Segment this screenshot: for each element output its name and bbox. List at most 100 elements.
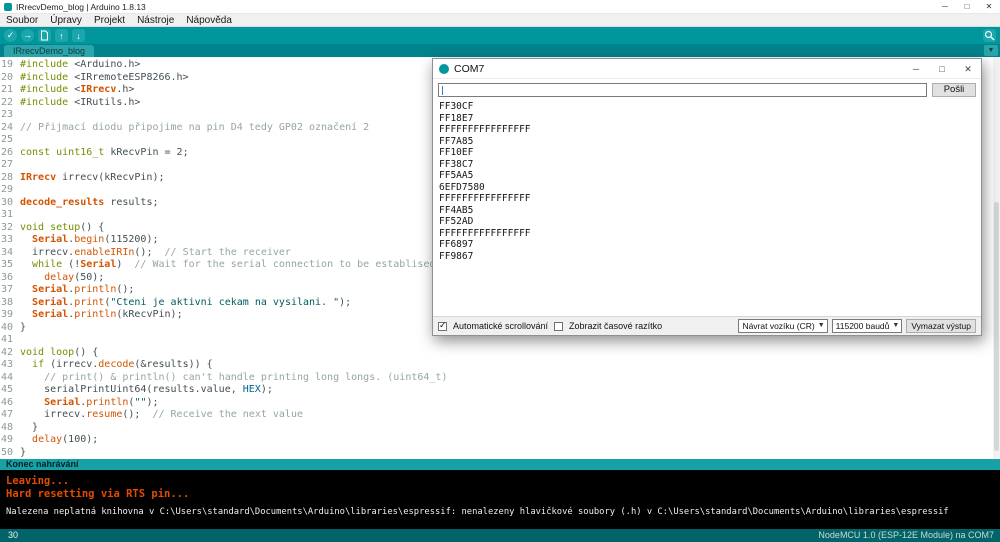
serial-output[interactable]: FF30CFFF18E7FFFFFFFFFFFFFFFFFF7A85FF10EF… bbox=[439, 101, 975, 315]
serial-output-line: FF5AA5 bbox=[439, 170, 975, 182]
serial-output-line: FF10EF bbox=[439, 147, 975, 159]
line-ending-select[interactable]: Návrat vozíku (CR) ▼ bbox=[738, 319, 827, 333]
line-number: 43 bbox=[0, 359, 13, 372]
serial-input[interactable] bbox=[438, 83, 927, 97]
menu-item-soubor[interactable]: Soubor bbox=[0, 14, 44, 27]
line-number: 38 bbox=[0, 297, 13, 310]
menu-item-projekt[interactable]: Projekt bbox=[88, 14, 131, 27]
line-number: 27 bbox=[0, 159, 13, 172]
line-number: 49 bbox=[0, 434, 13, 447]
clear-output-button[interactable]: Vymazat výstup bbox=[906, 319, 976, 333]
line-number: 41 bbox=[0, 334, 13, 347]
menu-item-napoveda[interactable]: Nápověda bbox=[180, 14, 238, 27]
arrow-right-icon: → bbox=[23, 29, 32, 42]
send-button[interactable]: Pošli bbox=[932, 83, 976, 97]
line-number: 48 bbox=[0, 422, 13, 435]
scrollbar-thumb[interactable] bbox=[994, 202, 999, 451]
console-line: Hard resetting via RTS pin... bbox=[6, 488, 994, 501]
tabbar: IRrecvDemo_blog ▼ bbox=[0, 44, 1000, 57]
serial-output-line: FF52AD bbox=[439, 216, 975, 228]
serial-output-line: FFFFFFFFFFFFFFFF bbox=[439, 193, 975, 205]
baud-rate-select[interactable]: 115200 baudů ▼ bbox=[832, 319, 903, 333]
chevron-down-icon: ▼ bbox=[892, 320, 899, 332]
upload-button[interactable]: → bbox=[21, 29, 34, 42]
timestamp-checkbox[interactable] bbox=[554, 322, 563, 331]
menu-item-nastroje[interactable]: Nástroje bbox=[131, 14, 180, 27]
line-number: 34 bbox=[0, 247, 13, 260]
tab-menu-button[interactable]: ▼ bbox=[984, 45, 998, 56]
arduino-app-icon bbox=[4, 3, 12, 11]
line-number: 50 bbox=[0, 447, 13, 460]
window-controls: ─ □ ✕ bbox=[934, 0, 1000, 14]
new-sketch-button[interactable] bbox=[38, 29, 51, 42]
code-line: 48 } bbox=[0, 422, 1000, 435]
arrow-down-icon: ↓ bbox=[76, 31, 81, 41]
console-line: Nalezena neplatná knihovna v C:\Users\st… bbox=[6, 507, 994, 518]
serial-window-icon bbox=[439, 64, 449, 74]
serial-maximize-button[interactable]: □ bbox=[929, 59, 955, 79]
code-line: 44 // print() & println() can't handle p… bbox=[0, 372, 1000, 385]
verify-button[interactable]: ✓ bbox=[4, 29, 17, 42]
chevron-down-icon: ▼ bbox=[818, 320, 825, 332]
serial-output-line: FF4AB5 bbox=[439, 205, 975, 217]
maximize-button[interactable]: □ bbox=[956, 0, 978, 14]
serial-input-row: Pošli bbox=[438, 83, 976, 97]
serial-output-line: FF7A85 bbox=[439, 136, 975, 148]
tab-irrecvdemo-blog[interactable]: IRrecvDemo_blog bbox=[4, 45, 94, 57]
editor-scrollbar[interactable] bbox=[993, 57, 1000, 459]
line-ending-value: Návrat vozíku (CR) bbox=[742, 320, 814, 332]
autoscroll-checkbox[interactable] bbox=[438, 322, 447, 331]
line-number: 46 bbox=[0, 397, 13, 410]
upload-status-message: Konec nahrávání bbox=[6, 459, 79, 469]
line-number: 30 bbox=[0, 197, 13, 210]
line-number: 25 bbox=[0, 134, 13, 147]
line-number: 35 bbox=[0, 259, 13, 272]
serial-close-button[interactable]: ✕ bbox=[955, 59, 981, 79]
text-caret bbox=[442, 86, 443, 95]
line-number: 42 bbox=[0, 347, 13, 360]
line-number: 20 bbox=[0, 72, 13, 85]
close-button[interactable]: ✕ bbox=[978, 0, 1000, 14]
code-line: 46 Serial.println(""); bbox=[0, 397, 1000, 410]
arrow-up-icon: ↑ bbox=[59, 31, 64, 41]
magnifier-icon bbox=[984, 30, 995, 41]
line-number: 37 bbox=[0, 284, 13, 297]
line-number: 26 bbox=[0, 147, 13, 160]
board-info: NodeMCU 1.0 (ESP-12E Module) na COM7 bbox=[818, 529, 994, 542]
line-number: 22 bbox=[0, 97, 13, 110]
line-number: 19 bbox=[0, 59, 13, 72]
serial-settings-group: Návrat vozíku (CR) ▼ 115200 baudů ▼ Vyma… bbox=[738, 319, 976, 333]
serial-monitor-button[interactable] bbox=[983, 29, 996, 42]
console-line: Leaving... bbox=[6, 475, 994, 488]
serial-output-line: FF18E7 bbox=[439, 113, 975, 125]
menu-item-upravy[interactable]: Úpravy bbox=[44, 14, 88, 27]
console-output: Leaving...Hard resetting via RTS pin... N… bbox=[0, 470, 1000, 529]
serial-output-line: FFFFFFFFFFFFFFFF bbox=[439, 124, 975, 136]
line-number: 31 bbox=[0, 209, 13, 222]
line-number: 47 bbox=[0, 409, 13, 422]
line-number: 32 bbox=[0, 222, 13, 235]
line-number: 23 bbox=[0, 109, 13, 122]
toolbar: ✓ → ↑ ↓ bbox=[0, 27, 1000, 44]
serial-bottombar: Automatické scrollování Zobrazit časové … bbox=[433, 316, 981, 335]
code-line: 49 delay(100); bbox=[0, 434, 1000, 447]
save-button[interactable]: ↓ bbox=[72, 29, 85, 42]
open-button[interactable]: ↑ bbox=[55, 29, 68, 42]
code-line: 43 if (irrecv.decode(&results)) { bbox=[0, 359, 1000, 372]
code-line: 42void loop() { bbox=[0, 347, 1000, 360]
line-number: 24 bbox=[0, 122, 13, 135]
document-icon bbox=[40, 30, 49, 41]
line-number: 45 bbox=[0, 384, 13, 397]
minimize-button[interactable]: ─ bbox=[934, 0, 956, 14]
menubar: Soubor Úpravy Projekt Nástroje Nápověda bbox=[0, 14, 1000, 27]
serial-output-line: 6EFD7580 bbox=[439, 182, 975, 194]
line-number: 33 bbox=[0, 234, 13, 247]
serial-output-line: FFFFFFFFFFFFFFFF bbox=[439, 228, 975, 240]
serial-monitor-window: COM7 ─ □ ✕ Pošli FF30CFFF18E7FFFFFFFFFFF… bbox=[432, 58, 982, 336]
serial-minimize-button[interactable]: ─ bbox=[903, 59, 929, 79]
serial-output-line: FF30CF bbox=[439, 101, 975, 113]
line-number-indicator: 30 bbox=[8, 529, 18, 542]
upload-status-strip: Konec nahrávání bbox=[0, 459, 1000, 470]
line-number: 39 bbox=[0, 309, 13, 322]
line-number: 28 bbox=[0, 172, 13, 185]
